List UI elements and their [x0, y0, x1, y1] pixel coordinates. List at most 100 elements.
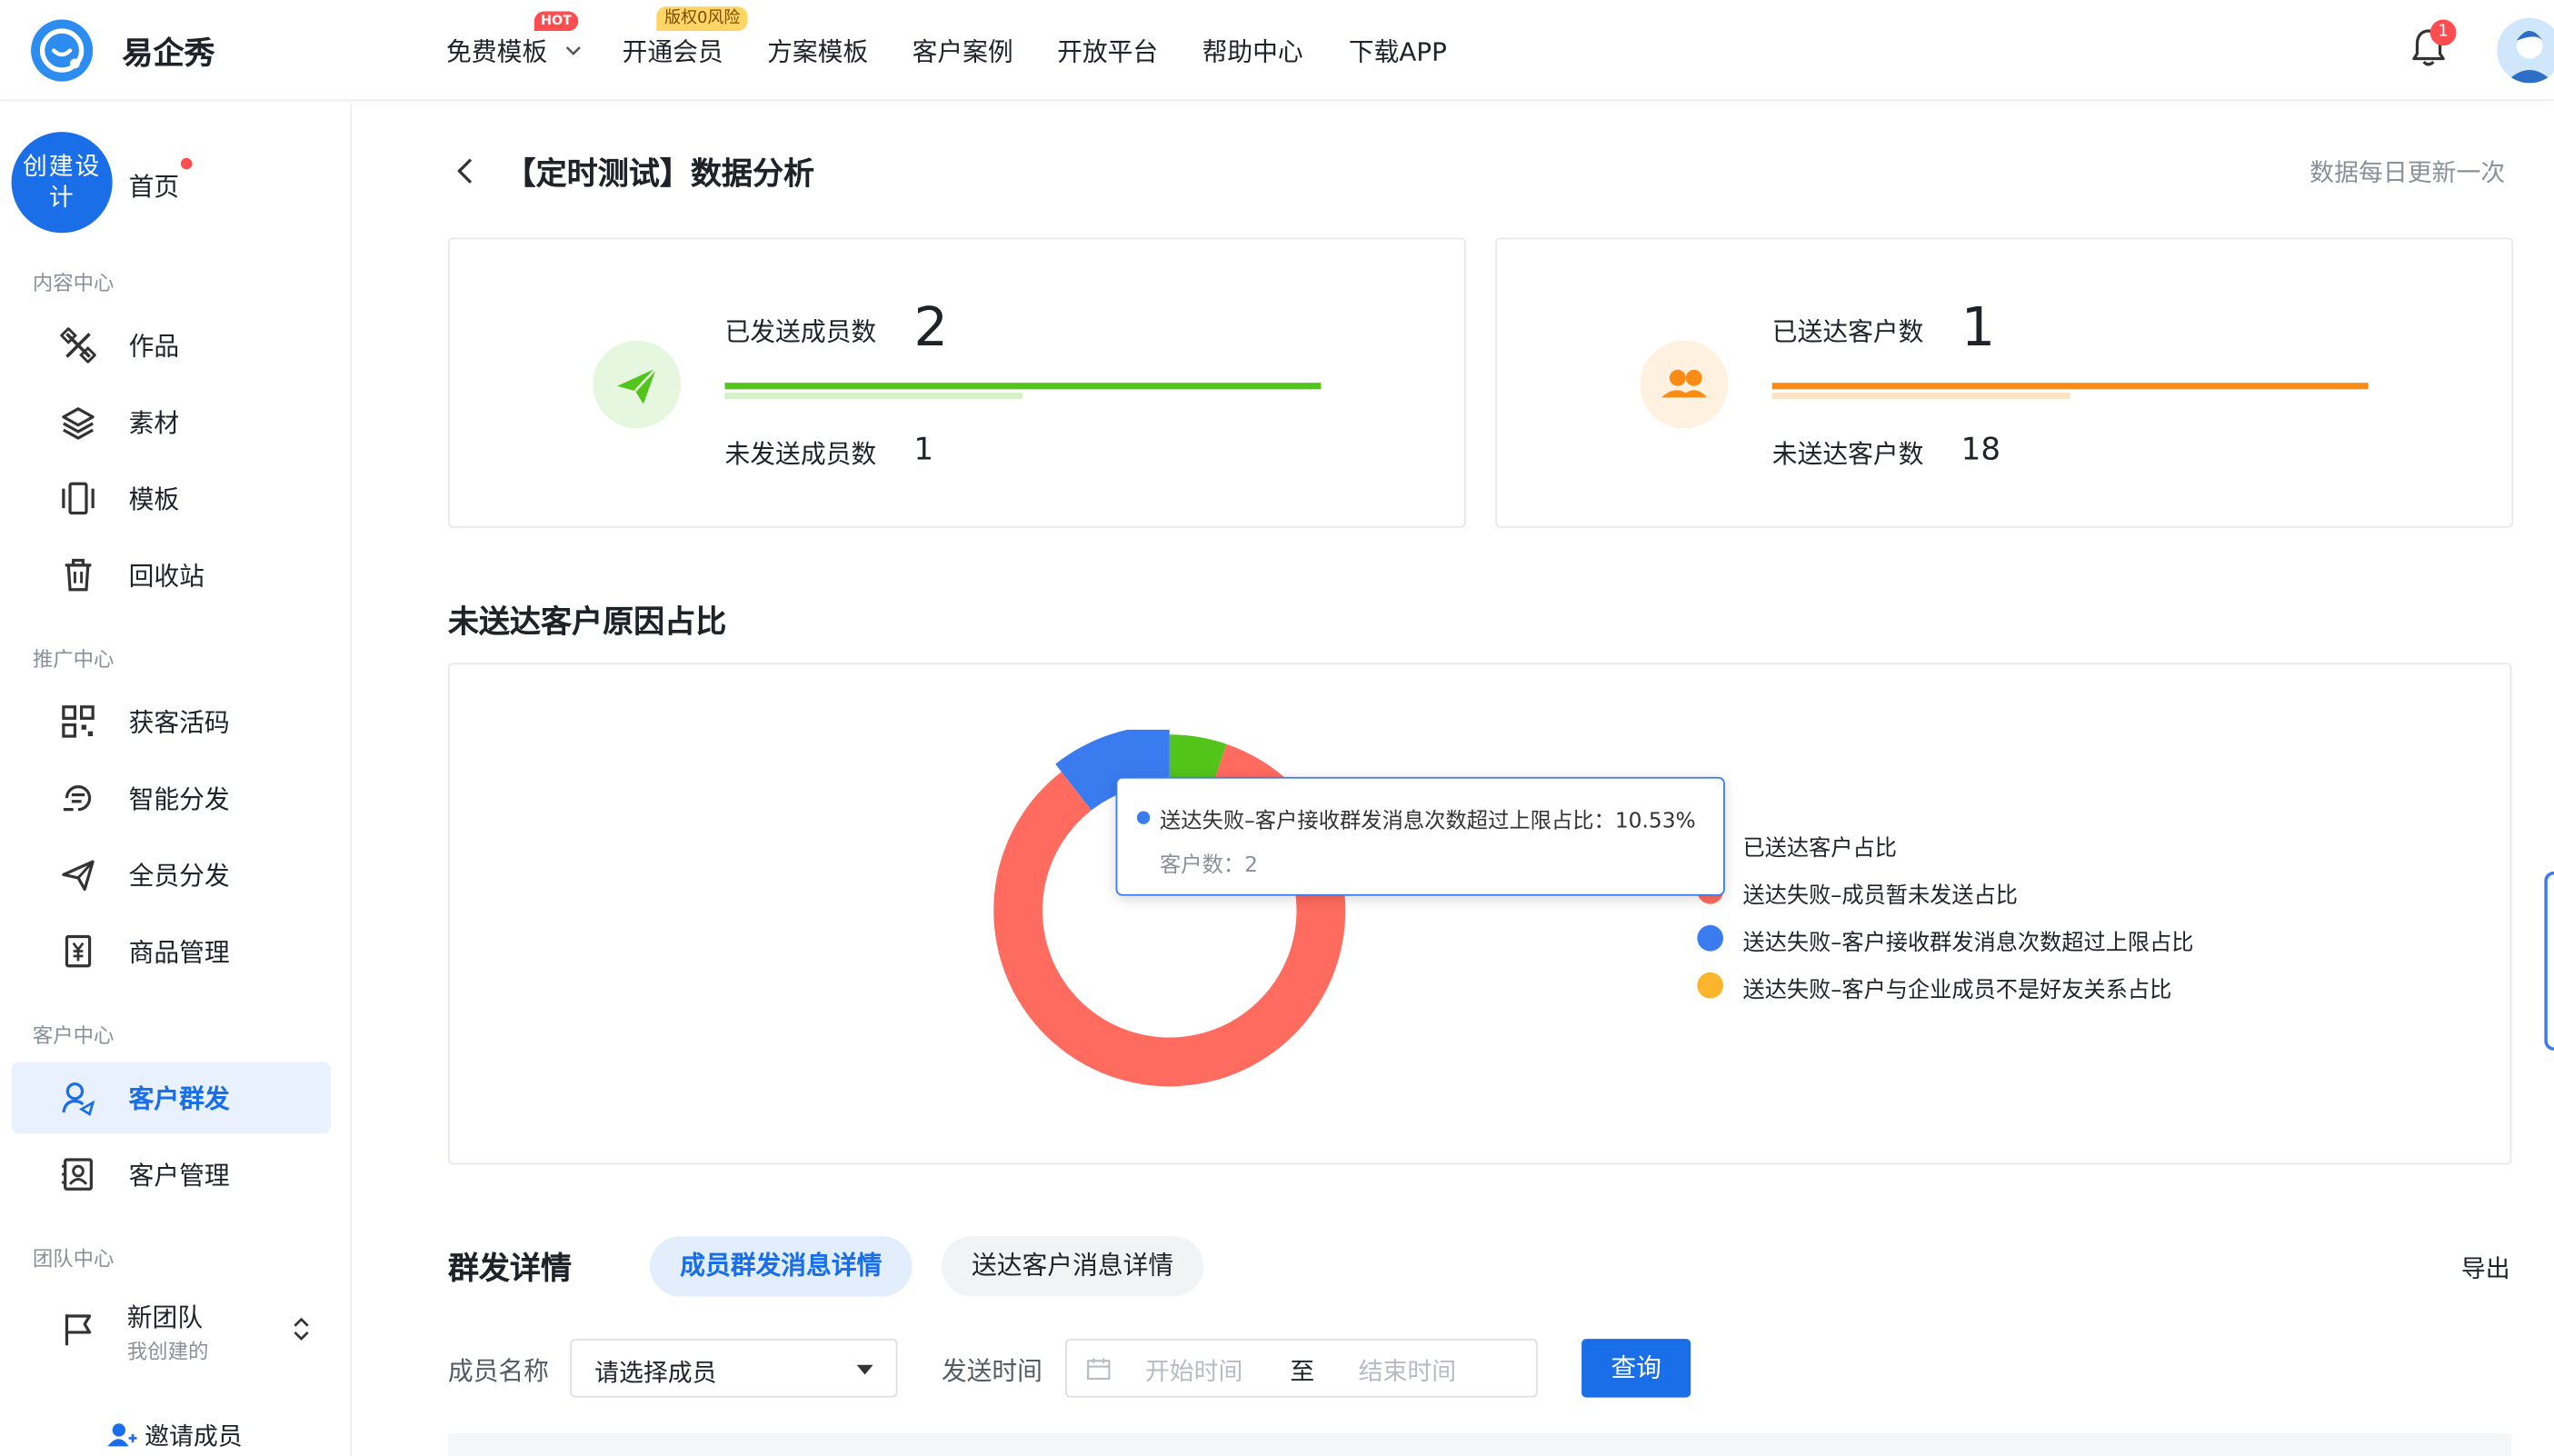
nav-free-templates[interactable]: 免费模板 — [446, 33, 582, 68]
detail-section-title: 群发详情 — [447, 1251, 573, 1287]
paper-plane-icon — [60, 857, 95, 893]
sidebar-item-label: 模板 — [128, 485, 180, 515]
user-broadcast-icon — [60, 1080, 95, 1116]
qr-code-icon — [60, 703, 95, 739]
sidebar-item-smart-distribution[interactable]: 智能分发 — [12, 763, 331, 834]
side-panel-handle[interactable] — [2544, 871, 2554, 1051]
reached-customers-label: 已送达客户数 — [1771, 317, 1924, 347]
legend-label: 已送达客户占比 — [1742, 835, 1897, 863]
sidebar-item-label: 客户群发 — [128, 1084, 230, 1114]
sidebar-item-product-management[interactable]: 商品管理 — [12, 915, 331, 987]
calendar-icon — [1086, 1357, 1111, 1388]
logo-icon[interactable] — [31, 19, 94, 82]
nav-membership[interactable]: 开通会员 — [623, 33, 723, 68]
reached-customers-bar — [1771, 383, 2369, 390]
nav-open-platform[interactable]: 开放平台 — [1057, 33, 1158, 68]
invite-member-label: 邀请成员 — [145, 1421, 243, 1451]
unsent-members-bar — [724, 392, 1023, 400]
sidebar-item-works[interactable]: 作品 — [12, 309, 331, 381]
sidebar-item-materials[interactable]: 素材 — [12, 386, 331, 458]
unreached-customers-bar — [1771, 392, 2070, 400]
sidebar-item-label: 作品 — [128, 332, 180, 362]
member-filter-label: 成员名称 — [447, 1356, 549, 1387]
unreached-customers-label: 未送达客户数 — [1771, 439, 1924, 470]
invite-member-link[interactable]: 邀请成员 — [107, 1419, 243, 1454]
chart-section-title: 未送达客户原因占比 — [447, 603, 727, 641]
copyright-risk-badge: 版权0风险 — [656, 6, 749, 32]
brand-name[interactable]: 易企秀 — [122, 29, 214, 73]
sidebar-item-label: 全员分发 — [128, 862, 230, 892]
sent-members-label: 已发送成员数 — [724, 317, 877, 347]
unreached-customers-value: 18 — [1960, 431, 2001, 468]
create-design-button[interactable]: 创建设计 — [11, 132, 113, 234]
reached-customers-value: 1 — [1960, 294, 1996, 359]
tooltip-dot — [1136, 811, 1151, 824]
hot-badge: HOT — [534, 11, 579, 32]
section-title-team: 团队中心 — [32, 1245, 115, 1271]
sent-members-bar — [724, 383, 1322, 390]
smart-distribution-icon — [60, 780, 95, 815]
chart-panel — [447, 663, 2512, 1165]
chart-tooltip: 送达失败–客户接收群发消息次数超过上限占比：10.53% 客户数：2 — [1115, 776, 1725, 896]
sidebar-item-home[interactable]: 首页 — [129, 168, 180, 204]
sidebar: 创建设计 首页 内容中心 作品 素材 模板 回收站 推广中心 获客活码 智能分发… — [0, 102, 353, 1456]
legend-label: 送达失败–成员暂未发送占比 — [1742, 883, 2018, 909]
sent-members-value: 2 — [913, 294, 948, 359]
nav-free-templates-label: 免费模板 — [446, 37, 548, 67]
date-range-separator: 至 — [1290, 1356, 1315, 1387]
nav-solution-templates[interactable]: 方案模板 — [767, 33, 868, 68]
sidebar-item-recycle-bin[interactable]: 回收站 — [12, 539, 331, 611]
sidebar-item-qr-code[interactable]: 获客活码 — [12, 685, 331, 757]
section-title-promotion: 推广中心 — [32, 646, 115, 672]
flag-icon — [60, 1311, 95, 1354]
team-role: 我创建的 — [126, 1339, 209, 1363]
nav-help-center[interactable]: 帮助中心 — [1202, 33, 1303, 68]
add-user-icon — [107, 1421, 137, 1454]
end-date-input[interactable]: 结束时间 — [1359, 1353, 1457, 1388]
back-arrow-icon[interactable] — [454, 153, 477, 195]
sidebar-item-label: 素材 — [128, 408, 180, 439]
users-icon — [1640, 340, 1729, 429]
page-title: 【定时测试】数据分析 — [504, 156, 815, 193]
member-select[interactable]: 请选择成员 — [570, 1339, 898, 1398]
sidebar-item-customer-management[interactable]: 客户管理 — [12, 1139, 331, 1211]
notification-count-badge: 1 — [2429, 19, 2457, 46]
legend-label: 送达失败–客户与企业成员不是好友关系占比 — [1742, 977, 2172, 1003]
start-date-input[interactable]: 开始时间 — [1145, 1353, 1243, 1388]
member-stats-card: 已发送成员数 2 未发送成员数 1 — [447, 237, 1466, 528]
team-name: 新团队 — [126, 1302, 204, 1332]
sidebar-item-templates[interactable]: 模板 — [12, 463, 331, 534]
time-filter-label: 发送时间 — [941, 1356, 1043, 1387]
legend-label: 送达失败–客户接收群发消息次数超过上限占比 — [1742, 930, 2194, 956]
home-notification-dot — [180, 157, 193, 170]
date-range-picker[interactable]: 开始时间 至 结束时间 — [1065, 1339, 1538, 1398]
carousel-icon — [60, 481, 95, 516]
table-header — [447, 1433, 2512, 1456]
legend-dot — [1697, 972, 1724, 999]
tab-customer-message-detail[interactable]: 送达客户消息详情 — [941, 1236, 1204, 1297]
export-button[interactable]: 导出 — [2461, 1251, 2510, 1285]
update-note: 数据每日更新一次 — [2310, 157, 2506, 188]
sidebar-item-label: 商品管理 — [128, 938, 230, 968]
unsent-members-label: 未发送成员数 — [724, 439, 877, 470]
tab-member-message-detail[interactable]: 成员群发消息详情 — [650, 1236, 913, 1297]
sidebar-item-all-staff-distribution[interactable]: 全员分发 — [12, 839, 331, 911]
tooltip-series-value: 送达失败–客户接收群发消息次数超过上限占比：10.53% — [1159, 809, 1696, 834]
nav-customer-cases[interactable]: 客户案例 — [913, 33, 1013, 68]
nav-download-app[interactable]: 下载APP — [1349, 33, 1447, 68]
contact-card-icon — [60, 1156, 95, 1192]
trash-icon — [60, 557, 95, 593]
section-title-customer: 客户中心 — [32, 1022, 115, 1048]
customer-stats-card: 已送达客户数 1 未送达客户数 18 — [1495, 237, 2514, 528]
section-title-content: 内容中心 — [32, 270, 115, 295]
member-select-value: 请选择成员 — [594, 1358, 717, 1388]
team-switcher[interactable]: 新团队 我创建的 — [12, 1283, 331, 1374]
sidebar-item-label: 回收站 — [128, 562, 205, 592]
query-button[interactable]: 查询 — [1581, 1339, 1691, 1398]
tools-icon — [59, 326, 97, 364]
avatar[interactable] — [2497, 17, 2554, 84]
sidebar-item-customer-broadcast[interactable]: 客户群发 — [11, 1062, 331, 1134]
sidebar-item-label: 客户管理 — [128, 1161, 230, 1192]
tooltip-customer-count: 客户数：2 — [1159, 853, 1258, 878]
caret-down-icon — [856, 1364, 873, 1375]
